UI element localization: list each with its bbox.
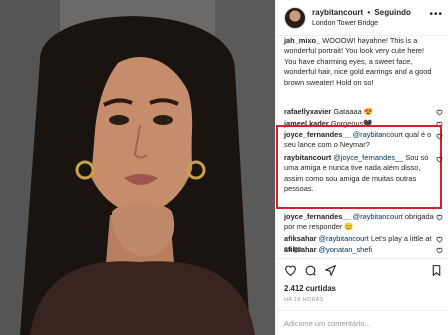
comment-like-icon[interactable]	[436, 109, 443, 116]
comment-item: joyce_fernandes__ @raybitancourt qual é …	[284, 130, 434, 151]
comment-item: joyce_fernandes__ @raybitancourt obrigad…	[284, 212, 434, 233]
comment-like-icon[interactable]	[436, 133, 443, 140]
bookmark-icon[interactable]	[430, 264, 443, 277]
comment-username[interactable]: joyce_fernandes__	[284, 130, 351, 139]
location-link[interactable]: London Tower Bridge	[312, 20, 378, 27]
comment-icon[interactable]	[304, 264, 317, 277]
comment-like-icon[interactable]	[436, 214, 443, 221]
comment-text: Gataaaa 😍	[333, 107, 373, 116]
comment-item: afiksahar @yonatan_shefi	[284, 245, 434, 255]
post-header: raybitancourt • Seguindo London Tower Br…	[276, 0, 448, 36]
share-icon[interactable]	[324, 264, 337, 277]
avatar[interactable]	[284, 7, 306, 29]
comment-username[interactable]: afiksahar	[284, 245, 316, 254]
likes-count[interactable]: 2.412 curtidas	[284, 284, 336, 293]
add-comment-bar	[276, 310, 448, 335]
username-link[interactable]: raybitancourt	[312, 8, 363, 17]
comment-mention[interactable]: @raybitancourt	[353, 130, 403, 139]
post-side-panel: raybitancourt • Seguindo London Tower Br…	[275, 0, 448, 335]
comment-username[interactable]: afiksahar	[284, 234, 316, 243]
more-options-icon[interactable]: •••	[429, 9, 443, 20]
comment-item: raybitancourt @joyce_fernandes__ Sou só …	[284, 153, 434, 195]
following-button[interactable]: Seguindo	[374, 8, 410, 17]
comment-username[interactable]: rafaellyxavier	[284, 107, 331, 116]
comments-list: jah_mixo_ WOOOW! hayahne! This is a wond…	[276, 37, 448, 255]
header-user-line: raybitancourt • Seguindo	[312, 8, 411, 17]
comment-mention[interactable]: @raybitancourt	[319, 234, 369, 243]
comment-mention[interactable]: @yonatan_shefi	[319, 245, 373, 254]
comment-username[interactable]: jah_mixo_	[284, 37, 320, 45]
comment-like-icon[interactable]	[436, 236, 443, 243]
comment-username[interactable]: joyce_fernandes__	[284, 212, 351, 221]
comment-like-icon[interactable]	[436, 247, 443, 254]
separator-dot: •	[367, 8, 371, 17]
comment-username[interactable]: raybitancourt	[284, 153, 331, 162]
heart-icon[interactable]	[284, 264, 297, 277]
comment-mention[interactable]: @raybitancourt	[353, 212, 403, 221]
comment-item: jah_mixo_ WOOOW! hayahne! This is a wond…	[284, 37, 434, 88]
add-comment-input[interactable]	[284, 317, 434, 329]
comment-mention[interactable]: @joyce_fernandes__	[333, 153, 403, 162]
comment-item: rafaellyxavier Gataaaa 😍	[284, 107, 434, 117]
portrait-image	[0, 0, 275, 335]
post-photo	[0, 0, 275, 335]
post-timestamp: HÁ 18 HORAS	[284, 297, 324, 303]
post-actions-bar	[276, 258, 448, 280]
comment-like-icon[interactable]	[436, 156, 443, 163]
